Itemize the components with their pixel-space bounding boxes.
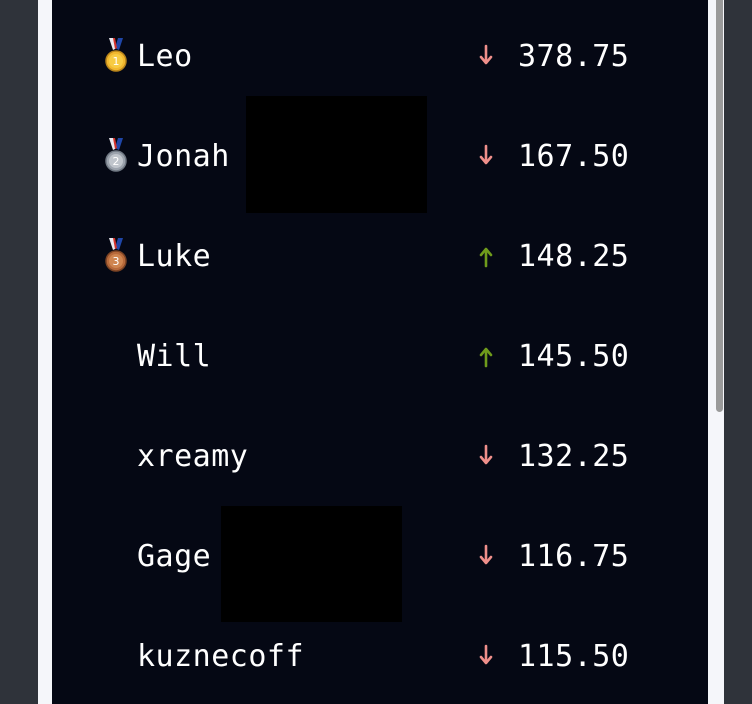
medal-rank-label: 3: [113, 255, 120, 268]
player-name: Jonah: [137, 139, 230, 174]
player-score: 115.50: [518, 639, 630, 674]
player-name: kuznecoff: [137, 639, 305, 674]
left-frame: [38, 0, 52, 704]
silver-medal-icon: 2: [105, 138, 127, 172]
player-score: 148.25: [518, 239, 630, 274]
player-score: 167.50: [518, 139, 630, 174]
player-name: Gage: [137, 539, 212, 574]
left-background: [0, 0, 38, 704]
arrow-down-icon: [479, 144, 493, 165]
medal-rank-label: 2: [113, 155, 120, 168]
player-name: Will: [137, 339, 212, 374]
leaderboard-row-7[interactable]: kuznecoff 115.50: [52, 600, 708, 700]
redaction-block: [246, 96, 427, 213]
arrow-down-icon: [479, 444, 493, 465]
scrollbar-thumb[interactable]: [716, 0, 723, 412]
player-name: xreamy: [137, 439, 249, 474]
arrow-up-icon: [479, 247, 493, 268]
player-score: 378.75: [518, 39, 630, 74]
medal-rank-label: 1: [113, 55, 120, 68]
bronze-medal-icon: 3: [105, 238, 127, 272]
player-score: 145.50: [518, 339, 630, 374]
leaderboard-row-4[interactable]: Will 145.50: [52, 300, 708, 400]
leaderboard-row-1[interactable]: 1 Leo 378.75: [52, 0, 708, 100]
arrow-down-icon: [479, 44, 493, 65]
player-name: Leo: [137, 39, 193, 74]
arrow-down-icon: [479, 544, 493, 565]
leaderboard-row-6[interactable]: Gage 116.75: [52, 500, 708, 622]
leaderboard-row-5[interactable]: xreamy 132.25: [52, 400, 708, 500]
arrow-down-icon: [479, 644, 493, 665]
gold-medal-icon: 1: [105, 38, 127, 72]
leaderboard-row-2[interactable]: 2 Jonah 167.50: [52, 96, 708, 213]
player-score: 116.75: [518, 539, 630, 574]
right-background: [724, 0, 752, 704]
player-score: 132.25: [518, 439, 630, 474]
leaderboard-window: 1 Leo 378.75 2 Jonah 167.50 3 Luke 148.2…: [0, 0, 752, 704]
arrow-up-icon: [479, 347, 493, 368]
leaderboard-row-3[interactable]: 3 Luke 148.25: [52, 200, 708, 300]
player-name: Luke: [137, 239, 212, 274]
